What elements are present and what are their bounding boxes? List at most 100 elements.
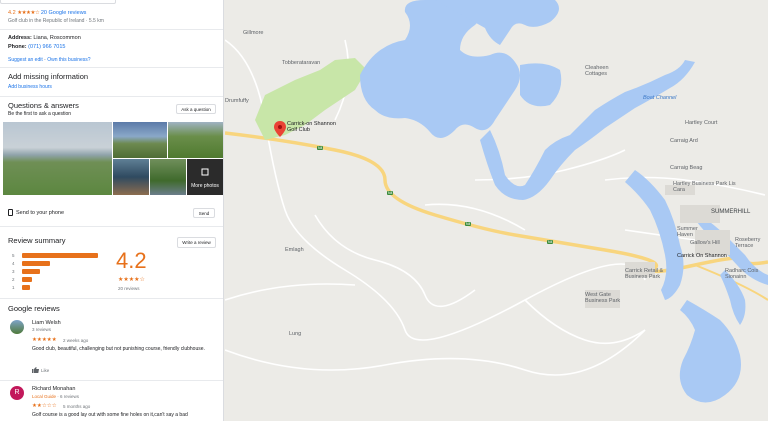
pin-label[interactable]: Carrick-on Shannon Golf Club bbox=[287, 121, 337, 133]
reviewer-meta: 3 reviews bbox=[32, 327, 52, 332]
photo-fairway[interactable] bbox=[168, 122, 223, 158]
rating-bar-track bbox=[22, 252, 102, 258]
road-shield: N4 bbox=[465, 222, 472, 226]
rating-value: 4.2 bbox=[8, 10, 16, 16]
more-photos-tile[interactable]: More photos bbox=[187, 159, 223, 195]
own-business-link[interactable]: Own this business? bbox=[47, 57, 90, 63]
ask-question-button[interactable]: Ask a question bbox=[176, 104, 216, 114]
place-details-panel: 4.2 ★★★★☆ 20 Google reviews Golf club in… bbox=[0, 0, 224, 421]
qa-subtitle: Be the first to ask a question bbox=[8, 111, 72, 117]
summary-review-count[interactable]: 20 reviews bbox=[118, 286, 140, 291]
rating-bar-fill bbox=[22, 260, 50, 266]
rating-bar-track bbox=[22, 260, 102, 266]
map-label-west-gate: West Gate Business Park bbox=[585, 292, 621, 304]
phone-icon bbox=[8, 209, 13, 216]
rating-bar-fill bbox=[22, 276, 32, 282]
photo-lake[interactable] bbox=[3, 122, 112, 195]
rating-breakdown: 5 4 3 2 1 bbox=[12, 251, 102, 291]
divider bbox=[0, 380, 223, 381]
address-row: Address: Liana, Roscommon bbox=[8, 35, 81, 41]
avatar[interactable] bbox=[10, 320, 24, 334]
rating-line: 4.2 ★★★★☆ 20 Google reviews bbox=[8, 10, 86, 16]
rating-stars: ★★★★☆ bbox=[17, 10, 40, 16]
reviewer-meta: Local Guide · 6 reviews bbox=[32, 394, 80, 399]
map-label-carraig-ard: Carraig Ard bbox=[670, 138, 698, 144]
map-label-gillmore: Gillmore bbox=[243, 30, 264, 36]
rating-bar-track bbox=[22, 276, 102, 282]
map-label-hartley-bp: Hartley Business Park Lis Cara bbox=[673, 181, 736, 193]
add-hours-link[interactable]: Add business hours bbox=[8, 84, 52, 90]
qa-title: Questions & answers bbox=[8, 101, 79, 110]
map-label-hartley-court: Hartley Court bbox=[685, 120, 718, 126]
divider bbox=[0, 29, 223, 30]
rating-bar-track bbox=[22, 284, 102, 290]
map-label-boat-channel: Boat Channel bbox=[643, 95, 677, 101]
divider bbox=[0, 96, 223, 97]
write-review-button[interactable]: Write a review bbox=[177, 237, 216, 248]
road-shield: N4 bbox=[387, 191, 394, 195]
divider bbox=[0, 67, 223, 68]
rating-bar-label: 3 bbox=[12, 268, 15, 274]
summary-stars: ★★★★☆ bbox=[118, 277, 145, 283]
photo-group[interactable] bbox=[113, 159, 149, 195]
rating-bar-label: 2 bbox=[12, 276, 15, 282]
map-label-carrick[interactable]: Carrick On Shannon bbox=[677, 253, 727, 259]
divider bbox=[0, 226, 223, 227]
phone-value[interactable]: (071) 966 7015 bbox=[28, 44, 65, 50]
map-label-cleaheen: Cleaheen Cottages bbox=[585, 65, 609, 77]
rating-bar-label: 5 bbox=[12, 252, 15, 258]
address-label: Address: bbox=[8, 35, 32, 41]
reviews-link[interactable]: 20 Google reviews bbox=[41, 10, 87, 16]
map-label-tobberataravan: Tobberataravan bbox=[282, 60, 321, 66]
rating-bar-row: 3 bbox=[12, 267, 102, 275]
review-stars: ★★☆☆☆ bbox=[32, 403, 57, 409]
map-label-gallows-hill: Gallow's Hill bbox=[690, 240, 720, 246]
local-guide-badge: Local Guide bbox=[32, 394, 57, 399]
map-label-carrick-retail: Carrick Retail & Business Park bbox=[625, 268, 664, 280]
map-canvas[interactable]: Carrick-on Shannon Golf Club Gillmore To… bbox=[224, 0, 768, 421]
rating-bar-label: 4 bbox=[12, 260, 15, 266]
rating-bar-track bbox=[22, 268, 102, 274]
road-shield: N4 bbox=[547, 240, 554, 244]
map-label-summerhill: SUMMERHILL bbox=[711, 209, 751, 215]
photo-course[interactable] bbox=[150, 159, 186, 195]
like-button[interactable]: Like bbox=[32, 367, 49, 373]
reviewer-name[interactable]: Liam Welsh bbox=[32, 320, 61, 326]
reviewer-review-count: 6 reviews bbox=[60, 394, 80, 399]
map-label-emlagh: Emlagh bbox=[285, 247, 304, 253]
address-value[interactable]: Liana, Roscommon bbox=[33, 35, 80, 41]
review-summary-title: Review summary bbox=[8, 236, 66, 245]
rating-bar-fill bbox=[22, 268, 40, 274]
send-button[interactable]: Send bbox=[193, 208, 215, 218]
photo-clubhouse[interactable] bbox=[113, 122, 167, 158]
review-date: 5 months ago bbox=[63, 404, 91, 409]
map-label-summer-haven: Summer Haven bbox=[677, 226, 698, 238]
send-to-phone-row: Send to your phone bbox=[8, 209, 64, 216]
like-label: Like bbox=[41, 367, 50, 373]
suggest-edit-link[interactable]: Suggest an edit bbox=[8, 57, 43, 63]
avatar[interactable]: R bbox=[10, 386, 24, 400]
rating-bar-label: 1 bbox=[12, 284, 15, 290]
road-shield: N4 bbox=[317, 146, 324, 150]
search-box-edge[interactable] bbox=[0, 0, 116, 4]
reviewer-name[interactable]: Richard Monahan bbox=[32, 386, 75, 392]
rating-bar-row: 4 bbox=[12, 259, 102, 267]
more-photos-label: More photos bbox=[191, 183, 219, 189]
rating-bar-row: 1 bbox=[12, 283, 102, 291]
summary-rating: 4.2 bbox=[116, 248, 147, 273]
review-date: 2 weeks ago bbox=[63, 338, 89, 343]
rating-bar-row: 2 bbox=[12, 275, 102, 283]
edit-row: Suggest an edit · Own this business? bbox=[8, 57, 91, 63]
phone-label: Phone: bbox=[8, 44, 27, 50]
rating-bar-row: 5 bbox=[12, 251, 102, 259]
review-text: Good club, beautiful, challenging but no… bbox=[32, 346, 205, 352]
map-label-carraig-beag: Carraig Beag bbox=[670, 165, 703, 171]
add-missing-title: Add missing information bbox=[8, 72, 89, 81]
map-label-lung: Lung bbox=[289, 331, 302, 337]
divider bbox=[0, 298, 223, 299]
map-label-radharc: Radharc Cois Sionainn bbox=[725, 268, 759, 280]
google-reviews-title: Google reviews bbox=[8, 304, 60, 313]
place-category: Golf club in the Republic of Ireland · 5… bbox=[8, 18, 104, 24]
review-text: Golf course is a good lay out with some … bbox=[32, 412, 188, 418]
send-to-phone-label: Send to your phone bbox=[16, 209, 65, 216]
